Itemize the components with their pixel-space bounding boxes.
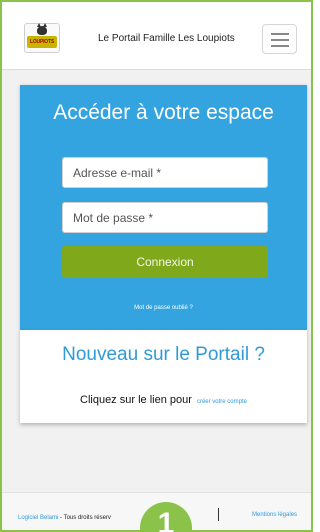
create-account-link[interactable]: créer votre compte (197, 399, 247, 405)
logo-wordmark: LOUPIOTS (27, 36, 57, 48)
connexion-button[interactable]: Connexion (62, 246, 268, 278)
site-logo[interactable]: LOUPIOTS (24, 23, 60, 53)
menu-toggle-button[interactable] (262, 24, 297, 54)
signup-text: Cliquez sur le lien pour créer votre com… (20, 394, 307, 406)
footer-divider (218, 508, 219, 521)
signup-heading: Nouveau sur le Portail ? (62, 344, 265, 365)
login-heading: Accéder à votre espace (53, 101, 274, 124)
signup-prompt: Cliquez sur le lien pour (80, 394, 192, 406)
footer-rights: - Tous droits réserv (58, 515, 111, 521)
hamburger-menu-icon (271, 33, 289, 35)
cat-logo-icon (37, 23, 47, 35)
forgot-password-link[interactable]: Mot de passe oublié ? (20, 305, 307, 311)
signup-panel: Nouveau sur le Portail ? Cliquez sur le … (20, 330, 307, 423)
belami-link[interactable]: Logiciel Belami (18, 515, 58, 521)
app-frame: LOUPIOTS Le Portail Famille Les Loupiots… (0, 0, 313, 532)
password-field[interactable] (62, 202, 268, 233)
email-field[interactable] (62, 157, 268, 188)
login-panel: Accéder à votre espace Connexion Mot de … (20, 85, 307, 330)
site-title[interactable]: Le Portail Famille Les Loupiots (98, 33, 235, 44)
footer-copyright: Logiciel Belami - Tous droits réserv (18, 515, 111, 521)
top-navbar: LOUPIOTS Le Portail Famille Les Loupiots (2, 2, 311, 70)
legal-notice-link[interactable]: Mentions légales (252, 512, 297, 518)
